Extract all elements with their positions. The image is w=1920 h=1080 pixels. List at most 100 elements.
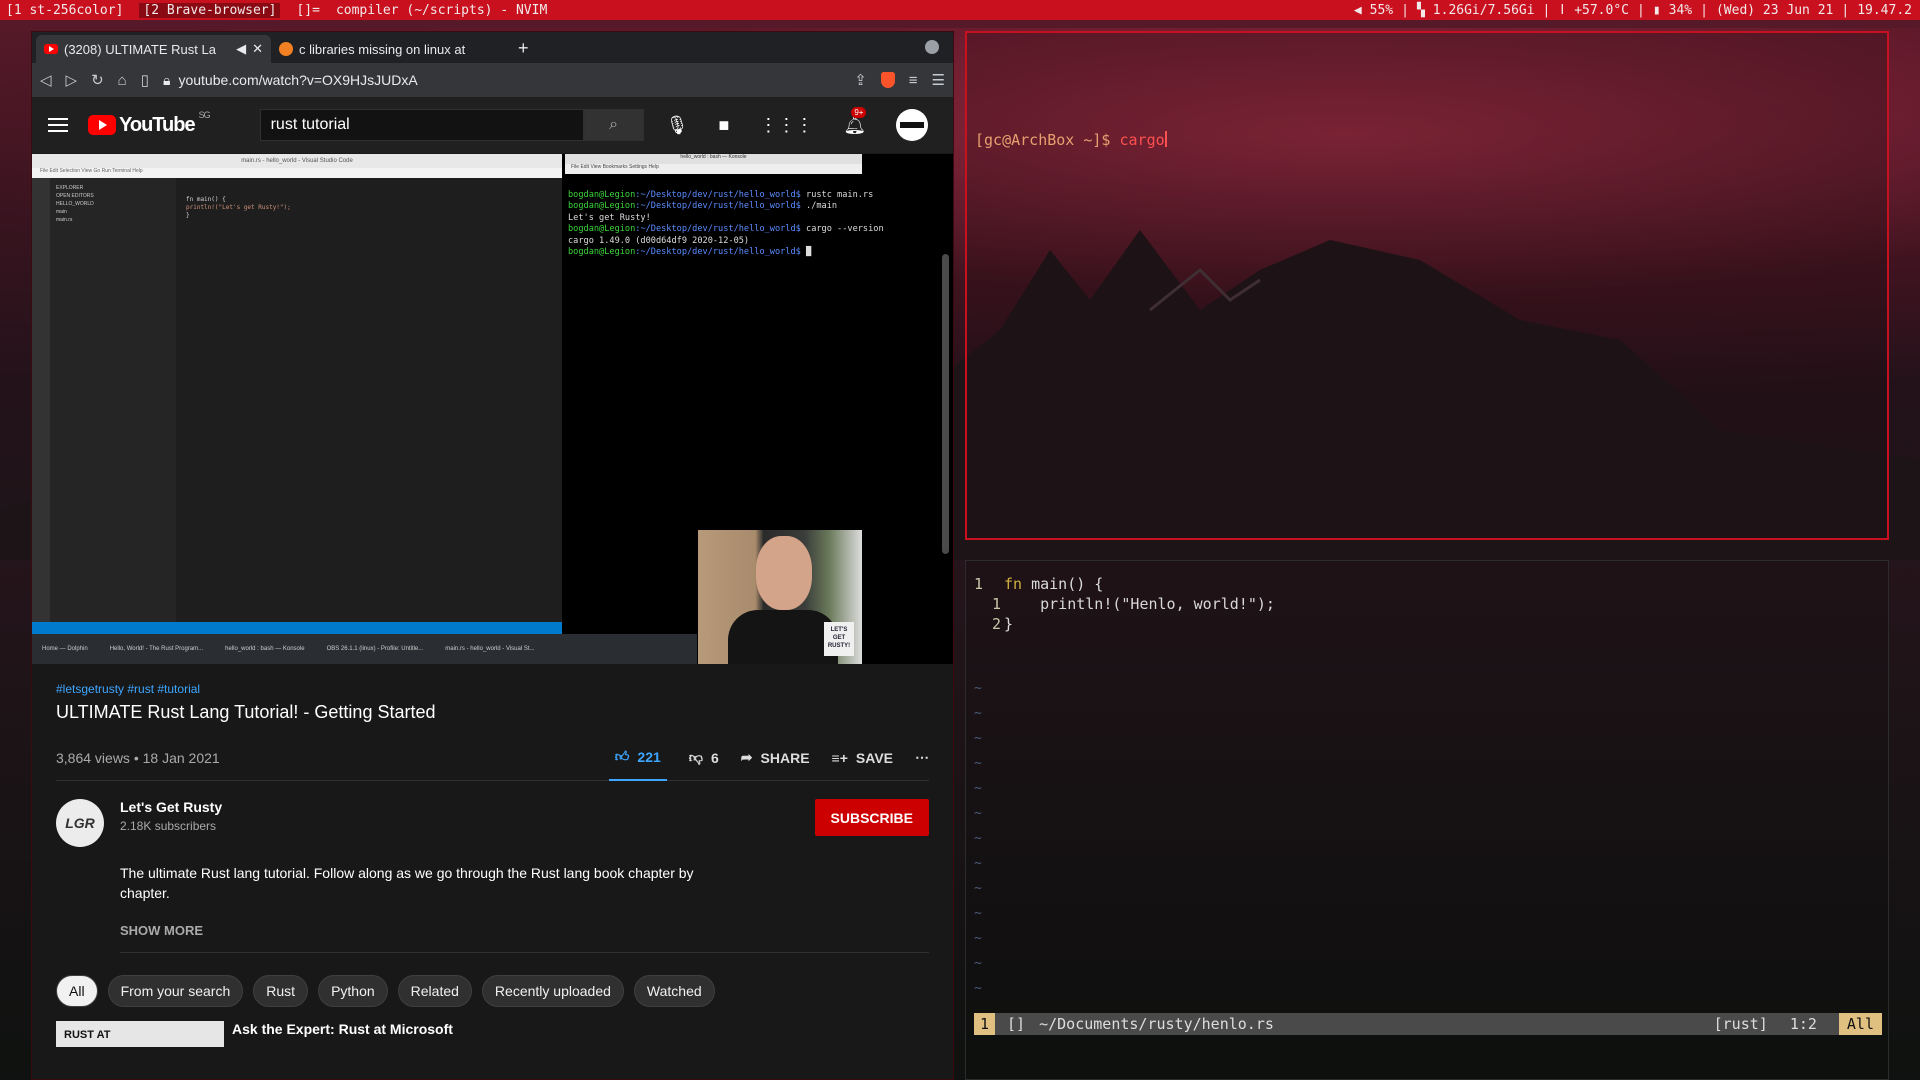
channel-avatar[interactable]: LGR xyxy=(56,799,104,847)
statusline-flags: [] xyxy=(1007,1015,1026,1033)
layout-indicator[interactable]: []= xyxy=(296,3,319,18)
nvim-window[interactable]: 1 fn main() { 1 println!("Henlo, world!")… xyxy=(965,560,1889,1080)
notifications-button[interactable]: 🔔︎ 9+ xyxy=(843,106,867,136)
workspace-1[interactable]: [1 st-256color] xyxy=(6,3,123,18)
back-icon[interactable]: ◁ xyxy=(40,71,52,89)
apps-icon[interactable]: ⋮⋮⋮ xyxy=(759,115,813,136)
stackoverflow-favicon-icon xyxy=(279,42,293,56)
vscode-menu: File Edit Selection View Go Run Terminal… xyxy=(32,168,562,178)
filter-chips: All From your search Rust Python Related… xyxy=(56,975,929,1007)
status-bar: [1 st-256color] [2 Brave-browser] []= co… xyxy=(0,0,1920,20)
vscode-title: main.rs - hello_world - Visual Studio Co… xyxy=(32,154,562,168)
sidebar-text: EXPLORER xyxy=(56,185,84,191)
tab-strip: (3208) ULTIMATE Rust La ◀ ✕ c libraries … xyxy=(32,32,953,63)
new-tab-button[interactable]: + xyxy=(506,38,541,63)
share-icon: ➦ xyxy=(740,749,753,765)
tab-title: c libraries missing on linux at xyxy=(299,41,466,57)
home-icon[interactable]: ⌂ xyxy=(118,72,127,89)
youtube-play-icon xyxy=(88,115,116,135)
taskbar-item: main.rs - hello_world - Visual St... xyxy=(445,646,535,652)
save-button[interactable]: ≡+ SAVE xyxy=(832,750,893,766)
vscode-status-bar xyxy=(32,622,562,634)
bookmark-icon[interactable]: ▯ xyxy=(141,71,149,89)
chip-all[interactable]: All xyxy=(56,975,98,1007)
forward-icon[interactable]: ▷ xyxy=(66,71,78,89)
sidebar-text: HELLO_WORLD xyxy=(56,201,94,207)
statusline-path: ~/Documents/rusty/henlo.rs xyxy=(1039,1015,1274,1033)
empty-line-marker: ~ xyxy=(974,756,982,771)
browser-toolbar: ◁ ▷ ↻ ⌂ ▯ 🔒︎ youtube.com/watch?v=OX9HJsJ… xyxy=(32,63,953,97)
terminal-window[interactable]: [gc@ArchBox ~]$ cargo xyxy=(965,31,1889,540)
hashtags[interactable]: #letsgetrusty #rust #tutorial xyxy=(56,682,929,696)
code-line: 2} xyxy=(974,615,1013,633)
chip-recently-uploaded[interactable]: Recently uploaded xyxy=(481,975,624,1007)
youtube-favicon-icon xyxy=(44,44,58,54)
recommended-video[interactable]: RUST AT Ask the Expert: Rust at Microsof… xyxy=(56,1021,929,1047)
create-video-icon[interactable]: ■ xyxy=(718,115,729,136)
recommended-title[interactable]: Ask the Expert: Rust at Microsoft xyxy=(232,1021,453,1037)
empty-line-marker: ~ xyxy=(974,906,982,921)
show-more-button: SHOW MORE xyxy=(120,923,929,953)
statusline-scroll: All xyxy=(1838,1013,1882,1035)
url-text[interactable]: youtube.com/watch?v=OX9HJsJUDxA xyxy=(178,72,417,88)
region-code: SG xyxy=(198,109,211,120)
channel-name[interactable]: Let's Get Rusty xyxy=(120,799,815,815)
bell-icon: 🔔︎ xyxy=(843,114,867,135)
page-scrollbar[interactable] xyxy=(942,254,949,554)
code-text: } xyxy=(1004,615,1014,633)
account-avatar[interactable] xyxy=(896,109,929,141)
close-tab-icon[interactable]: ✕ xyxy=(252,41,263,57)
video-player[interactable]: main.rs - hello_world - Visual Studio Co… xyxy=(32,154,953,664)
chip-from-search[interactable]: From your search xyxy=(107,975,244,1007)
youtube-header: YouTube SG rust tutorial ⌕ 🎙︎ ■ ⋮⋮⋮ 🔔︎ 9+ xyxy=(32,97,953,153)
subscriber-count: 2.18K subscribers xyxy=(120,819,217,833)
chip-related[interactable]: Related xyxy=(397,975,472,1007)
temperature-value: +57.0°C xyxy=(1574,2,1629,18)
more-icon: ⋯ xyxy=(915,749,929,765)
share-page-icon[interactable]: ⇪ xyxy=(854,71,867,89)
empty-line-marker: ~ xyxy=(974,706,982,721)
sidebar-text: main.rs xyxy=(56,217,73,223)
playlist-add-icon: ≡+ xyxy=(831,749,848,766)
speaker-icon[interactable]: ◀ xyxy=(236,41,246,57)
like-button[interactable]: 👍︎ 221 xyxy=(608,735,667,781)
prompt-cwd: ~ xyxy=(1074,131,1093,149)
vscode-activity-bar xyxy=(32,178,50,622)
chip-python[interactable]: Python xyxy=(318,975,388,1007)
more-actions-button[interactable]: ⋯ xyxy=(915,749,929,766)
chip-rust[interactable]: Rust xyxy=(253,975,309,1007)
reload-icon[interactable]: ↻ xyxy=(91,71,104,89)
tab-youtube[interactable]: (3208) ULTIMATE Rust La ◀ ✕ xyxy=(36,35,271,63)
code-line: } xyxy=(186,212,190,219)
share-label: SHARE xyxy=(760,749,810,766)
show-more-label[interactable]: SHOW MORE xyxy=(120,923,203,938)
share-button[interactable]: ➦ SHARE xyxy=(741,749,810,766)
keyword: fn xyxy=(1004,575,1023,593)
chip-watched[interactable]: Watched xyxy=(633,975,715,1007)
sidebar-text: OPEN EDITORS xyxy=(56,193,94,199)
playlist-icon[interactable]: ≡ xyxy=(909,72,918,89)
menu-icon[interactable] xyxy=(48,118,68,132)
tab-search-icon[interactable] xyxy=(925,40,939,54)
konsole-line: bogdan@Legion:~/Desktop/dev/rust/hello_w… xyxy=(568,189,874,200)
konsole-output: bogdan@Legion:~/Desktop/dev/rust/hello_w… xyxy=(565,174,884,263)
subscribe-button[interactable]: SUBSCRIBE xyxy=(814,799,929,836)
video-vscode-frame: main.rs - hello_world - Visual Studio Co… xyxy=(32,154,562,634)
channel-info: Let's Get Rusty 2.18K subscribers xyxy=(120,799,815,847)
search-input[interactable]: rust tutorial xyxy=(259,109,584,141)
youtube-logo[interactable]: YouTube SG xyxy=(88,110,211,137)
code-text: println!("Henlo, world!"); xyxy=(1040,595,1275,613)
tab-stackoverflow[interactable]: c libraries missing on linux at xyxy=(271,35,506,63)
empty-line-marker: ~ xyxy=(974,856,982,871)
microphone-icon[interactable]: 🎙︎ xyxy=(666,115,689,136)
search-button[interactable]: ⌕ xyxy=(583,109,644,141)
brave-shield-icon[interactable] xyxy=(880,72,895,88)
address-bar[interactable]: 🔒︎ youtube.com/watch?v=OX9HJsJUDxA xyxy=(163,72,840,89)
workspace-2[interactable]: [2 Brave-browser] xyxy=(139,2,281,18)
dislike-button[interactable]: 👎︎ 6 xyxy=(689,749,719,766)
konsole-line: Let's get Rusty! xyxy=(568,212,651,223)
terminal-command[interactable]: cargo xyxy=(1120,131,1165,149)
memory-value: 1.26Gi/7.56Gi xyxy=(1432,2,1535,18)
recommended-thumbnail[interactable]: RUST AT xyxy=(56,1021,224,1047)
menu-icon[interactable]: ☰ xyxy=(932,71,945,89)
